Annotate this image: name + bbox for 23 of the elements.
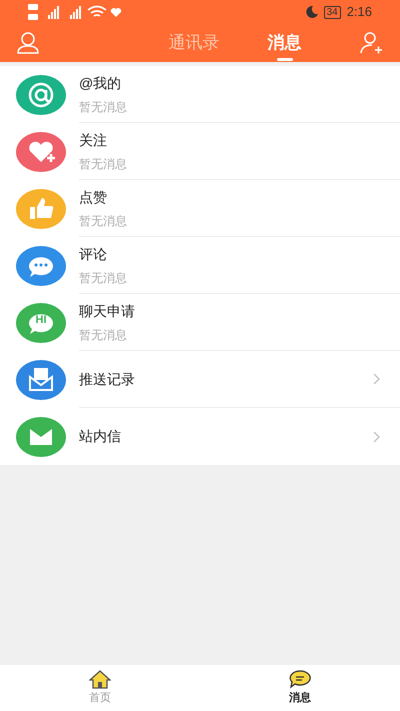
item-title: 站内信 — [79, 427, 121, 446]
item-title: 推送记录 — [79, 370, 135, 388]
item-title: 点赞 — [79, 188, 108, 206]
nav-tab[interactable]: 消息 — [200, 665, 400, 711]
add-user-icon[interactable] — [360, 31, 384, 55]
clock-time: 2:16 — [346, 3, 372, 22]
hi-text: HI — [34, 314, 48, 326]
item-title: 评论 — [79, 244, 108, 264]
item-subtitle: 暂无消息 — [79, 156, 127, 172]
item-subtitle: 暂无消息 — [79, 326, 128, 344]
home-icon — [89, 670, 111, 689]
battery-level: 34 — [324, 6, 341, 18]
user-icon[interactable] — [16, 31, 40, 55]
item-title: 关注 — [79, 130, 108, 150]
item-title: @我的 — [79, 74, 122, 92]
chevron-icon — [373, 430, 380, 442]
item-subtitle: 暂无消息 — [79, 212, 127, 230]
moon-icon — [306, 6, 318, 18]
item-title: 聊天申请 — [79, 302, 135, 320]
item-subtitle: 暂无消息 — [79, 270, 127, 286]
item-subtitle: 暂无消息 — [79, 98, 127, 116]
chevron-icon — [373, 373, 380, 385]
speech-bubble-icon — [289, 670, 311, 689]
